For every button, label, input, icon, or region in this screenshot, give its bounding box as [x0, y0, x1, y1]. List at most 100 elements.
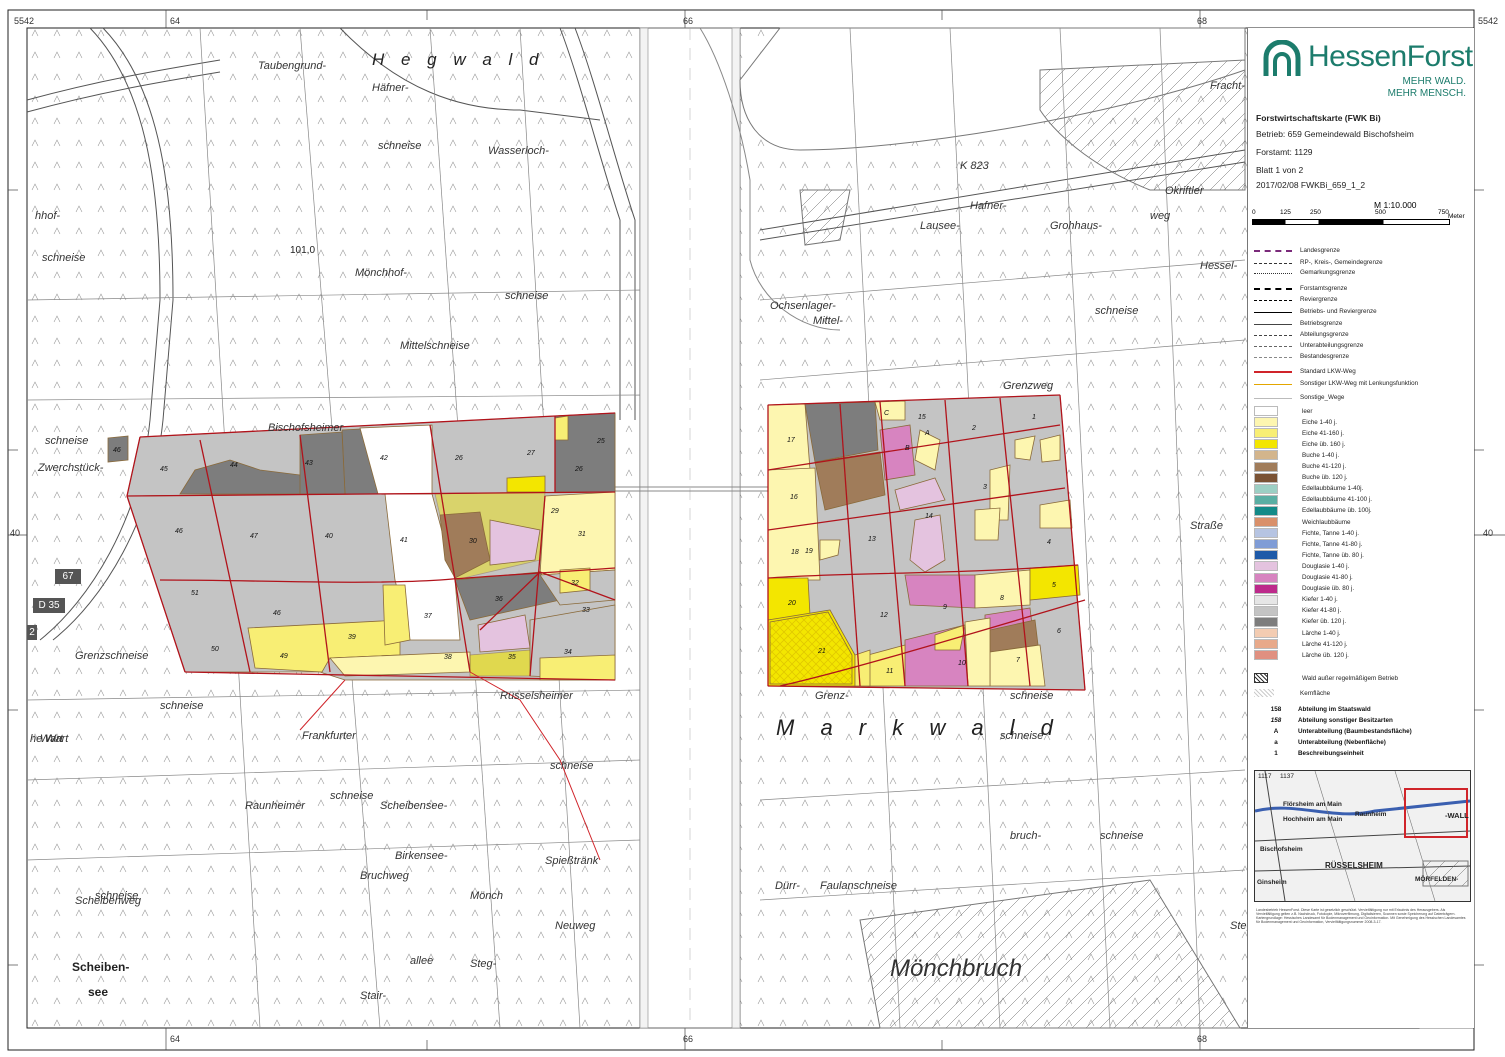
compartment-number[interactable]: 2 [972, 425, 976, 432]
compartment-number[interactable]: 39 [348, 634, 356, 641]
legend-text-row: 158 Abteilung sonstiger Besitzarten [1254, 717, 1393, 724]
compartment-number[interactable]: 8 [1000, 595, 1004, 602]
compartment-number[interactable]: 19 [805, 548, 813, 555]
compartment-number[interactable]: 41 [400, 537, 408, 544]
compartment-number[interactable]: 42 [380, 455, 388, 462]
compartment-number[interactable]: 13 [868, 536, 876, 543]
compartment-number[interactable]: 1 [1032, 414, 1036, 421]
compartment-number[interactable]: 12 [880, 612, 888, 619]
color-swatch [1254, 594, 1278, 605]
inset-label-wall: -WALL [1445, 811, 1469, 820]
legend-fill-label: Lärche 1-40 j. [1302, 629, 1341, 637]
legend-fill-label: Kiefer 1-40 j. [1302, 596, 1338, 604]
legend-line-label: Landesgrenze [1300, 246, 1340, 254]
compartment-number[interactable]: 26 [575, 466, 583, 473]
road-label: Grenzweg [1003, 380, 1054, 392]
inset-label-ruesselsheim: RÜSSELSHEIM [1325, 861, 1383, 870]
compartment-number[interactable]: C [884, 410, 889, 417]
color-swatch [1254, 650, 1278, 661]
compartment-number[interactable]: 36 [495, 596, 503, 603]
compartment-number[interactable]: 10 [958, 660, 966, 667]
legend-fill-row: leer [1254, 406, 1313, 416]
compartment-number[interactable]: 3 [983, 484, 987, 491]
color-swatch [1254, 417, 1278, 428]
road-label: hhof- [35, 210, 61, 222]
compartment-number[interactable]: 47 [250, 533, 258, 540]
line-symbol [1254, 371, 1292, 373]
place-moenchbruch: Mönchbruch [890, 955, 1023, 982]
compartment-number[interactable]: B [905, 445, 910, 452]
color-swatch [1254, 517, 1278, 527]
compartment-number[interactable]: 6 [1057, 628, 1061, 635]
compartment-number[interactable]: 37 [424, 613, 432, 620]
compartment-number[interactable]: 46 [273, 610, 281, 617]
kernflaeche-swatch [1254, 689, 1274, 697]
compartment-number[interactable]: 18 [791, 549, 799, 556]
legend-fill-row: Edellaubbäume 1-40j. [1254, 483, 1363, 494]
color-swatch [1254, 628, 1278, 638]
legend-line-row: Bestandesgrenze [1254, 351, 1349, 361]
legend-line-row: Abteilungsgrenze [1254, 329, 1349, 339]
corner-coord-tr: 5542 [1478, 16, 1499, 26]
compartment-number[interactable]: 29 [551, 508, 559, 515]
compartment-number[interactable]: 25 [597, 438, 605, 445]
compartment-number[interactable]: A [925, 430, 930, 437]
overview-inset-map[interactable]: 1117 1137 Flörsheim am Main Hochheim am … [1254, 770, 1471, 902]
forest-block-east[interactable] [767, 394, 1086, 691]
legend-fill-row: Fichte, Tanne 1-40 j. [1254, 528, 1359, 539]
brand-tagline-2: MEHR MENSCH. [1387, 88, 1466, 99]
inset-label-ginsheim: Ginsheim [1257, 879, 1287, 886]
compartment-number[interactable]: 38 [444, 654, 452, 661]
map-title: Forstwirtschaftskarte (FWK Bi) [1256, 113, 1381, 123]
road-label: Rüsselsheimer [500, 690, 573, 702]
compartment-number[interactable]: 20 [788, 600, 796, 607]
compartment-number[interactable]: 49 [280, 653, 288, 660]
compartment-number[interactable]: 15 [918, 414, 926, 421]
forest-block-west[interactable] [107, 412, 616, 681]
compartment-number[interactable]: 34 [564, 649, 572, 656]
road-label: Grenzschneise [75, 650, 149, 662]
compartment-number[interactable]: 26 [455, 455, 463, 462]
road-label: allee [410, 955, 434, 967]
scale-unit: Meter [1448, 213, 1465, 220]
compartment-number[interactable]: 46 [113, 447, 121, 454]
compartment-number[interactable]: 46 [175, 528, 183, 535]
color-swatch [1254, 572, 1278, 583]
compartment-number[interactable]: 5 [1052, 582, 1056, 589]
spot-height: 101,0 [290, 245, 316, 256]
compartment-number[interactable]: 45 [160, 466, 168, 473]
compartment-number[interactable]: 51 [191, 590, 199, 597]
compartment-number[interactable]: 43 [305, 460, 313, 467]
legend-line-row: Betriebsgrenze [1254, 318, 1342, 328]
legend-fill-row: Kiefer 41-80 j. [1254, 605, 1342, 616]
compartment-number[interactable]: 33 [582, 607, 590, 614]
compartment-number[interactable]: 7 [1016, 657, 1020, 664]
compartment-number[interactable]: 35 [508, 654, 516, 661]
compartment-number[interactable]: 40 [325, 533, 333, 540]
color-swatch [1254, 483, 1278, 494]
compartment-number[interactable]: 50 [211, 646, 219, 653]
legend-text-key: 158 [1270, 706, 1282, 713]
legend-text-value: Abteilung sonstiger Besitzarten [1298, 717, 1393, 724]
compartment-number[interactable]: 27 [527, 450, 535, 457]
compartment-number[interactable]: 11 [886, 668, 893, 675]
legend-fill-row: Douglasie 41-80 j. [1254, 572, 1353, 583]
compartment-number[interactable]: 31 [578, 531, 586, 538]
road-label: schneise [1095, 305, 1139, 317]
compartment-number[interactable]: 4 [1047, 539, 1051, 546]
compartment-number[interactable]: 14 [925, 513, 933, 520]
compartment-number[interactable]: 32 [571, 580, 579, 587]
road-label: schneise [550, 760, 594, 772]
map-sheet: 5542 64 66 68 5542 64 66 68 40 40 H e g … [0, 0, 1505, 1057]
scale-bar: 0 125 250 500 750 Meter [1252, 209, 1465, 228]
compartment-number[interactable]: 21 [818, 648, 826, 655]
legend-fill-label: Kiefer 41-80 j. [1302, 607, 1342, 615]
compartment-number[interactable]: 30 [469, 538, 477, 545]
road-label: Ochsenlager- [770, 300, 836, 312]
color-swatch [1254, 539, 1278, 550]
compartment-number[interactable]: 9 [943, 604, 947, 611]
compartment-number[interactable]: 44 [230, 462, 238, 469]
compartment-number[interactable]: 17 [787, 437, 795, 444]
compartment-number[interactable]: 16 [790, 494, 798, 501]
road-label: Dürr- [775, 880, 800, 892]
